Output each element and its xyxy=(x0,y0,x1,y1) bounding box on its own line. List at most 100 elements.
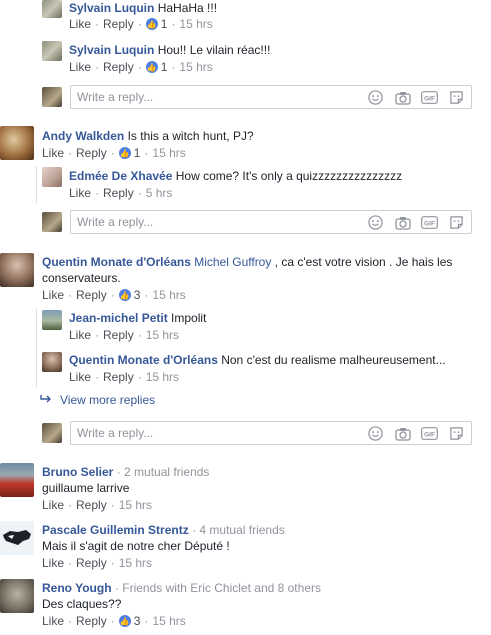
avatar-pascale-guillemin-strentz[interactable] xyxy=(0,521,34,555)
like-button[interactable]: Like xyxy=(42,614,64,628)
comment-actions: Like · Reply · 👍 3 · 15 hrs xyxy=(42,614,186,628)
comment-author[interactable]: Pascale Guillemin Strentz xyxy=(42,523,189,537)
like-button[interactable]: Like xyxy=(42,146,64,160)
thumbs-up-icon[interactable]: 👍 xyxy=(145,61,158,73)
camera-icon[interactable] xyxy=(394,425,411,442)
reaction-count[interactable]: 1 xyxy=(161,17,168,31)
reply-input[interactable] xyxy=(77,89,317,105)
comment-actions: Like · Reply · 15 hrs xyxy=(69,328,180,342)
avatar-quentin-monate[interactable] xyxy=(0,253,34,287)
reply-button[interactable]: Reply xyxy=(103,17,134,31)
like-button[interactable]: Like xyxy=(69,186,91,200)
comment-text: guillaume larrive xyxy=(42,481,130,495)
timestamp[interactable]: 15 hrs xyxy=(179,17,212,31)
comment-text: How come? It's only a quizzzzzzzzzzzzzzz xyxy=(175,169,403,183)
timestamp[interactable]: 15 hrs xyxy=(119,556,152,570)
comment-author[interactable]: Quentin Monate d'Orléans xyxy=(42,255,191,269)
reaction-count[interactable]: 3 xyxy=(134,614,141,628)
timestamp[interactable]: 15 hrs xyxy=(146,370,179,384)
comment-body: Andy Walkden Is this a witch hunt, PJ? xyxy=(42,128,254,144)
avatar-bruno-selier[interactable] xyxy=(0,463,34,497)
gif-icon[interactable]: GIF xyxy=(421,214,438,231)
comment-body: Bruno Selier · 2 mutual friends xyxy=(42,464,209,480)
avatar-jean-michel-petit[interactable] xyxy=(42,310,62,330)
emoji-icon[interactable] xyxy=(367,89,384,106)
current-user-avatar xyxy=(42,423,62,443)
gif-icon[interactable]: GIF xyxy=(421,89,438,106)
timestamp[interactable]: 15 hrs xyxy=(146,328,179,342)
timestamp[interactable]: 15 hrs xyxy=(152,614,185,628)
like-button[interactable]: Like xyxy=(42,556,64,570)
view-more-label[interactable]: View more replies xyxy=(60,393,155,407)
comment-author[interactable]: Quentin Monate d'Orléans xyxy=(69,353,218,367)
comment-actions: Like · Reply · 5 hrs xyxy=(69,186,173,200)
thumbs-up-icon[interactable]: 👍 xyxy=(118,147,131,159)
timestamp[interactable]: 15 hrs xyxy=(119,498,152,512)
camera-icon[interactable] xyxy=(394,89,411,106)
reply-button[interactable]: Reply xyxy=(76,556,107,570)
comment-text: Non c'est du realisme malheureusement... xyxy=(221,353,446,367)
svg-text:GIF: GIF xyxy=(424,431,435,438)
timestamp[interactable]: 15 hrs xyxy=(152,288,185,302)
avatar-sylvain-luquin[interactable] xyxy=(42,41,62,61)
avatar-reno-yough[interactable] xyxy=(0,579,34,613)
comment-text: , ca c'est votre vision . Je hais les xyxy=(271,255,453,269)
comment-text: Impolit xyxy=(171,311,207,325)
reply-button[interactable]: Reply xyxy=(103,186,134,200)
view-more-replies-link[interactable]: View more replies xyxy=(40,393,155,407)
reply-button[interactable]: Reply xyxy=(76,146,107,160)
camera-icon[interactable] xyxy=(394,214,411,231)
mention-link[interactable]: Michel Guffroy xyxy=(194,255,271,269)
comment-body: Reno Yough · Friends with Eric Chiclet a… xyxy=(42,580,321,596)
emoji-icon[interactable] xyxy=(367,214,384,231)
avatar-sylvain-luquin[interactable] xyxy=(42,0,62,18)
gif-icon[interactable]: GIF xyxy=(421,425,438,442)
reply-button[interactable]: Reply xyxy=(76,288,107,302)
thread-divider xyxy=(36,308,37,388)
like-button[interactable]: Like xyxy=(42,498,64,512)
reply-composer[interactable]: GIF xyxy=(70,210,472,234)
emoji-icon[interactable] xyxy=(367,425,384,442)
reply-composer[interactable]: GIF xyxy=(70,85,472,109)
reply-input[interactable] xyxy=(77,425,317,441)
comment-author[interactable]: Jean-michel Petit xyxy=(69,311,168,325)
reply-button[interactable]: Reply xyxy=(76,498,107,512)
thumbs-up-icon[interactable]: 👍 xyxy=(118,615,131,627)
svg-text:GIF: GIF xyxy=(424,220,435,227)
thumbs-up-icon[interactable]: 👍 xyxy=(118,289,131,301)
timestamp[interactable]: 15 hrs xyxy=(179,60,212,74)
comment-author[interactable]: Bruno Selier xyxy=(42,465,113,479)
like-button[interactable]: Like xyxy=(69,328,91,342)
comment-author[interactable]: Sylvain Luquin xyxy=(69,1,154,15)
reply-composer[interactable]: GIF xyxy=(70,421,472,445)
like-button[interactable]: Like xyxy=(69,370,91,384)
reaction-count[interactable]: 1 xyxy=(134,146,141,160)
avatar-quentin-monate[interactable] xyxy=(42,352,62,372)
thumbs-up-icon[interactable]: 👍 xyxy=(145,18,158,30)
comment-author[interactable]: Sylvain Luquin xyxy=(69,43,154,57)
reply-button[interactable]: Reply xyxy=(103,328,134,342)
comment-author[interactable]: Reno Yough xyxy=(42,581,112,595)
timestamp[interactable]: 15 hrs xyxy=(152,146,185,160)
comment-text-continued: conservateurs. xyxy=(42,271,121,285)
reply-button[interactable]: Reply xyxy=(103,370,134,384)
like-button[interactable]: Like xyxy=(69,17,91,31)
reply-button[interactable]: Reply xyxy=(76,614,107,628)
sticker-icon[interactable] xyxy=(448,89,465,106)
comment-author[interactable]: Andy Walkden xyxy=(42,129,124,143)
comment-actions: Like · Reply · 15 hrs xyxy=(42,556,153,570)
like-button[interactable]: Like xyxy=(42,288,64,302)
timestamp[interactable]: 5 hrs xyxy=(146,186,173,200)
comment-author[interactable]: Edmée De Xhavée xyxy=(69,169,172,183)
sticker-icon[interactable] xyxy=(448,214,465,231)
reaction-count[interactable]: 1 xyxy=(161,60,168,74)
sticker-icon[interactable] xyxy=(448,425,465,442)
brittany-map-icon xyxy=(3,530,31,545)
reply-input[interactable] xyxy=(77,214,317,230)
avatar-andy-walkden[interactable] xyxy=(0,126,34,160)
avatar-edmee-de-xhavee[interactable] xyxy=(42,167,62,187)
like-button[interactable]: Like xyxy=(69,60,91,74)
reply-button[interactable]: Reply xyxy=(103,60,134,74)
reaction-count[interactable]: 3 xyxy=(134,288,141,302)
comment-body: Edmée De Xhavée How come? It's only a qu… xyxy=(69,168,402,184)
